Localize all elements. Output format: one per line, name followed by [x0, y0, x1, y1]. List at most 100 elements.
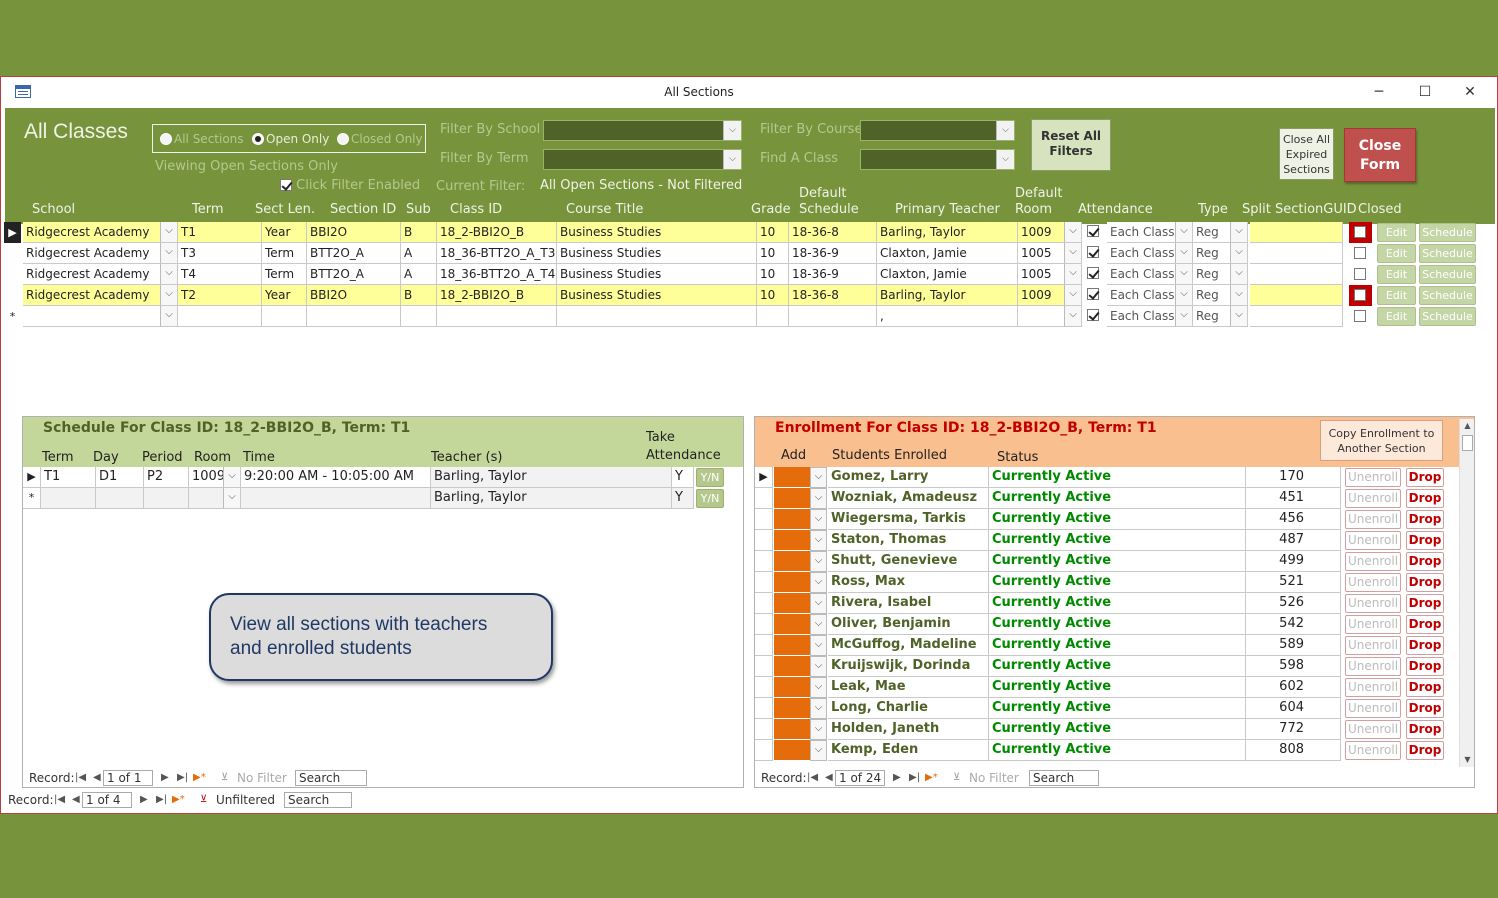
radio-closed-only[interactable]: Closed Only: [337, 132, 423, 146]
cell-type[interactable]: Reg: [1193, 285, 1248, 306]
cell-schedule[interactable]: [789, 306, 877, 327]
chevron-down-icon[interactable]: ⌵: [810, 614, 827, 635]
record-selector[interactable]: [755, 509, 773, 530]
cell-section-id[interactable]: BBI2O: [307, 222, 401, 243]
drop-button[interactable]: Drop: [1406, 573, 1444, 592]
sched-cell-day[interactable]: D1: [96, 467, 144, 488]
unenroll-button[interactable]: Unenroll: [1345, 510, 1401, 529]
cell-grade[interactable]: 10: [757, 222, 789, 243]
record-selector[interactable]: [755, 593, 773, 614]
cell-term[interactable]: [178, 306, 262, 327]
unenroll-button[interactable]: Unenroll: [1345, 699, 1401, 718]
enrollment-status[interactable]: Currently Active: [989, 698, 1246, 719]
schedule-filter-status[interactable]: No Filter: [237, 769, 287, 787]
student-name[interactable]: Oliver, Benjamin: [828, 614, 989, 635]
edit-section-button[interactable]: Edit: [1377, 244, 1416, 263]
record-selector[interactable]: ▶: [4, 222, 21, 243]
edit-section-button[interactable]: Edit: [1377, 223, 1416, 242]
cell-teacher[interactable]: Claxton, Jamie: [877, 243, 1018, 264]
find-class-combo[interactable]: ⌵: [860, 149, 1015, 170]
drop-button[interactable]: Drop: [1406, 741, 1444, 760]
attendance-checkbox[interactable]: [1087, 225, 1099, 237]
chevron-down-icon[interactable]: ⌵: [810, 719, 827, 740]
new-record-icon[interactable]: ▶*: [925, 769, 938, 787]
cell-sect-len[interactable]: Year: [262, 285, 307, 306]
cell-split[interactable]: [1250, 306, 1343, 327]
cell-schedule[interactable]: 18-36-9: [789, 243, 877, 264]
prev-record-icon[interactable]: ◀: [72, 791, 80, 809]
cell-attendance[interactable]: Each Class: [1107, 222, 1193, 243]
cell-split[interactable]: [1250, 222, 1343, 243]
sched-cell-time[interactable]: 9:20:00 AM - 10:05:00 AM: [241, 467, 431, 488]
cell-sub[interactable]: A: [401, 243, 437, 264]
student-name[interactable]: Leak, Mae: [828, 677, 989, 698]
next-record-icon[interactable]: ▶: [140, 791, 148, 809]
add-student-cell[interactable]: [774, 572, 810, 593]
record-selector[interactable]: ▶: [755, 467, 773, 488]
closed-checkbox[interactable]: [1349, 306, 1372, 327]
new-record-icon[interactable]: ▶*: [172, 791, 185, 809]
cell-type[interactable]: Reg: [1193, 222, 1248, 243]
sched-cell-time[interactable]: [241, 488, 431, 509]
closed-checkbox[interactable]: [1349, 243, 1372, 264]
edit-section-button[interactable]: Edit: [1377, 307, 1416, 326]
enrollment-status[interactable]: Currently Active: [989, 677, 1246, 698]
record-selector[interactable]: [4, 243, 21, 264]
record-selector[interactable]: ▶: [23, 467, 41, 488]
cell-school[interactable]: Ridgecrest Academy: [23, 222, 178, 243]
record-selector[interactable]: [755, 635, 773, 656]
attendance-checkbox[interactable]: [1087, 267, 1099, 279]
enrollment-status[interactable]: Currently Active: [989, 467, 1246, 488]
last-record-icon[interactable]: ▶|: [156, 791, 167, 809]
schedule-section-button[interactable]: Schedule: [1419, 307, 1476, 326]
record-selector[interactable]: [755, 740, 773, 761]
cell-sect-len[interactable]: Term: [262, 264, 307, 285]
cell-sect-len[interactable]: Term: [262, 243, 307, 264]
closed-checkbox[interactable]: [1349, 222, 1372, 243]
cell-grade[interactable]: 10: [757, 264, 789, 285]
sched-cell-room[interactable]: 1009: [189, 467, 241, 488]
closed-checkbox[interactable]: [1349, 264, 1372, 285]
next-record-icon[interactable]: ▶: [161, 769, 169, 787]
enrollment-status[interactable]: Currently Active: [989, 614, 1246, 635]
cell-split[interactable]: [1250, 243, 1343, 264]
cell-grade[interactable]: [757, 306, 789, 327]
drop-button[interactable]: Drop: [1406, 531, 1444, 550]
drop-button[interactable]: Drop: [1406, 678, 1444, 697]
cell-attendance[interactable]: Each Class: [1107, 264, 1193, 285]
drop-button[interactable]: Drop: [1406, 510, 1444, 529]
scroll-up-icon[interactable]: ▲: [1460, 419, 1475, 433]
chevron-down-icon[interactable]: ⌵: [810, 593, 827, 614]
cell-schedule[interactable]: 18-36-9: [789, 264, 877, 285]
chevron-down-icon[interactable]: ⌵: [810, 656, 827, 677]
cell-term[interactable]: T2: [178, 285, 262, 306]
drop-button[interactable]: Drop: [1406, 468, 1444, 487]
sched-cell-take[interactable]: Y: [672, 467, 694, 488]
cell-section-id[interactable]: BBI2O: [307, 285, 401, 306]
cell-sub[interactable]: [401, 306, 437, 327]
cell-sect-len[interactable]: Year: [262, 222, 307, 243]
chevron-down-icon[interactable]: ⌵: [810, 635, 827, 656]
new-record-marker[interactable]: *: [23, 488, 41, 509]
close-form-button[interactable]: Close Form: [1344, 128, 1416, 182]
add-student-cell[interactable]: [774, 509, 810, 530]
schedule-section-button[interactable]: Schedule: [1419, 223, 1476, 242]
student-name[interactable]: Ross, Max: [828, 572, 989, 593]
sched-cell-term[interactable]: [41, 488, 96, 509]
drop-button[interactable]: Drop: [1406, 594, 1444, 613]
enrollment-status[interactable]: Currently Active: [989, 530, 1246, 551]
add-student-cell[interactable]: [774, 551, 810, 572]
last-record-icon[interactable]: ▶|: [909, 769, 920, 787]
first-record-icon[interactable]: |◀: [75, 769, 86, 787]
chevron-down-icon[interactable]: ⌵: [810, 698, 827, 719]
click-filter-checkbox[interactable]: Click Filter Enabled: [280, 178, 420, 193]
cell-course-title[interactable]: [557, 306, 757, 327]
add-student-cell[interactable]: [774, 530, 810, 551]
drop-button[interactable]: Drop: [1406, 636, 1444, 655]
filter-course-combo[interactable]: ⌵: [860, 120, 1015, 141]
unenroll-button[interactable]: Unenroll: [1345, 720, 1401, 739]
enrollment-filter-status[interactable]: No Filter: [969, 769, 1019, 787]
student-name[interactable]: Rivera, Isabel: [828, 593, 989, 614]
cell-section-id[interactable]: BTT2O_A: [307, 264, 401, 285]
main-search-box[interactable]: Search: [284, 792, 352, 808]
